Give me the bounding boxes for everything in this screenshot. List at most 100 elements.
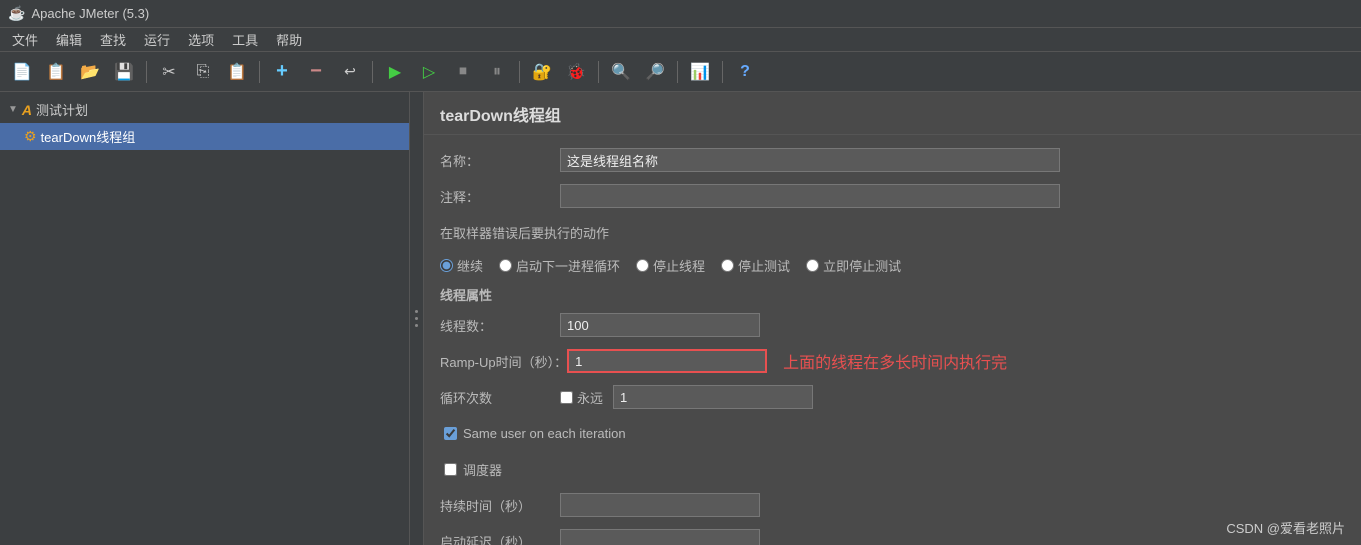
loop-count-label: 循环次数 xyxy=(440,388,560,407)
title-bar: ☕ Apache JMeter (5.3) xyxy=(0,0,1361,28)
help-button[interactable]: ? xyxy=(729,57,761,87)
name-label: 名称： xyxy=(440,151,560,170)
comment-row: 注释： xyxy=(440,183,1345,209)
name-row: 名称： xyxy=(440,147,1345,173)
menu-help[interactable]: 帮助 xyxy=(268,28,310,51)
templates-button[interactable]: 📋 xyxy=(40,57,72,87)
loop-count-input[interactable] xyxy=(613,385,813,409)
duration-input[interactable] xyxy=(560,493,760,517)
menu-edit[interactable]: 编辑 xyxy=(48,28,90,51)
same-user-text: Same user on each iteration xyxy=(463,426,626,441)
thread-count-input[interactable] xyxy=(560,313,760,337)
dot3 xyxy=(415,324,418,327)
app-title: Apache JMeter (5.3) xyxy=(31,6,149,21)
function-helper-button[interactable]: 🐞 xyxy=(560,57,592,87)
same-user-row: Same user on each iteration xyxy=(440,420,1345,446)
log-viewer-button[interactable]: 📊 xyxy=(684,57,716,87)
loop-row: 永远 xyxy=(560,385,813,409)
sidebar: ▼ A 测试计划 ⚙ tearDown线程组 xyxy=(0,92,410,545)
ramp-up-annotation: 上面的线程在多长时间内执行完 xyxy=(783,349,1007,373)
copy-button[interactable]: ⎘ xyxy=(187,57,219,87)
teardown-label: tearDown线程组 xyxy=(41,127,136,146)
forever-label[interactable]: 永远 xyxy=(560,388,603,407)
startup-delay-label: 启动延迟（秒） xyxy=(440,532,560,545)
paste-button[interactable]: 📋 xyxy=(221,57,253,87)
open-button[interactable]: 📂 xyxy=(74,57,106,87)
search-button[interactable]: 🔎 xyxy=(639,57,671,87)
radio-continue[interactable] xyxy=(440,259,453,272)
sep3 xyxy=(372,61,373,83)
loop-count-row: 循环次数 永远 xyxy=(440,384,1345,410)
remove-button[interactable]: − xyxy=(300,57,332,87)
sampler-error-options: 继续 启动下一进程循环 停止线程 停止测试 xyxy=(440,256,901,275)
ramp-up-row: Ramp-Up时间（秒）： 上面的线程在多长时间内执行完 xyxy=(440,348,1345,374)
stop-thread-label: 停止线程 xyxy=(653,256,705,275)
same-user-label[interactable]: Same user on each iteration xyxy=(444,426,626,441)
thread-count-label: 线程数： xyxy=(440,316,560,335)
sidebar-item-test-plan[interactable]: ▼ A 测试计划 xyxy=(0,96,409,123)
forever-checkbox[interactable] xyxy=(560,391,573,404)
main-layout: ▼ A 测试计划 ⚙ tearDown线程组 tearDown线程组 名称： 注… xyxy=(0,92,1361,545)
radio-stop-test[interactable] xyxy=(721,259,734,272)
option-stop-test-now[interactable]: 立即停止测试 xyxy=(806,256,901,275)
toolbar: 📄 📋 📂 💾 ✂ ⎘ 📋 + − ↩ ▶ ▷ ⏹ ⏸ 🔐 🐞 🔍 🔎 📊 ? xyxy=(0,52,1361,92)
forever-text: 永远 xyxy=(577,388,603,407)
menu-run[interactable]: 运行 xyxy=(136,28,178,51)
startup-delay-input[interactable] xyxy=(560,529,760,545)
sep2 xyxy=(259,61,260,83)
continue-label: 继续 xyxy=(457,256,483,275)
scheduler-text: 调度器 xyxy=(463,460,502,479)
radio-stop-test-now[interactable] xyxy=(806,259,819,272)
stop-button[interactable]: ⏹ xyxy=(447,57,479,87)
cut-button[interactable]: ✂ xyxy=(153,57,185,87)
ramp-up-input[interactable] xyxy=(567,349,767,373)
start-no-pauses-button[interactable]: ▷ xyxy=(413,57,445,87)
thread-props-title: 线程属性 xyxy=(440,285,1345,304)
radio-start-next[interactable] xyxy=(499,259,512,272)
sep6 xyxy=(677,61,678,83)
thread-count-row: 线程数： xyxy=(440,312,1345,338)
option-stop-test[interactable]: 停止测试 xyxy=(721,256,790,275)
stop-test-label: 停止测试 xyxy=(738,256,790,275)
option-continue[interactable]: 继续 xyxy=(440,256,483,275)
app-icon: ☕ xyxy=(8,5,25,22)
duration-row: 持续时间（秒） xyxy=(440,492,1345,518)
test-plan-icon: A xyxy=(22,102,32,118)
content-area: tearDown线程组 名称： 注释： 在取样器错误后要执行的动作 继续 xyxy=(424,92,1361,545)
add-button[interactable]: + xyxy=(266,57,298,87)
same-user-checkbox[interactable] xyxy=(444,427,457,440)
sidebar-item-teardown[interactable]: ⚙ tearDown线程组 xyxy=(0,123,409,150)
ssl-manager-button[interactable]: 🔐 xyxy=(526,57,558,87)
start-button[interactable]: ▶ xyxy=(379,57,411,87)
debug-button[interactable]: 🔍 xyxy=(605,57,637,87)
new-button[interactable]: 📄 xyxy=(6,57,38,87)
shutdown-button[interactable]: ⏸ xyxy=(481,57,513,87)
clear-button[interactable]: ↩ xyxy=(334,57,366,87)
menu-find[interactable]: 查找 xyxy=(92,28,134,51)
comment-input[interactable] xyxy=(560,184,1060,208)
menu-options[interactable]: 选项 xyxy=(180,28,222,51)
ramp-up-label: Ramp-Up时间（秒）： xyxy=(440,352,567,371)
radio-stop-thread[interactable] xyxy=(636,259,649,272)
save-button[interactable]: 💾 xyxy=(108,57,140,87)
content-title: tearDown线程组 xyxy=(424,92,1361,135)
scheduler-label[interactable]: 调度器 xyxy=(444,460,502,479)
sampler-error-label: 在取样器错误后要执行的动作 xyxy=(440,223,609,242)
option-stop-thread[interactable]: 停止线程 xyxy=(636,256,705,275)
sep7 xyxy=(722,61,723,83)
test-plan-label: 测试计划 xyxy=(36,100,88,119)
dot1 xyxy=(415,310,418,313)
sidebar-resize-handle[interactable] xyxy=(410,92,424,545)
name-input[interactable] xyxy=(560,148,1060,172)
watermark: CSDN @爱看老照片 xyxy=(1226,518,1345,537)
start-next-label: 启动下一进程循环 xyxy=(516,256,620,275)
sep4 xyxy=(519,61,520,83)
teardown-icon: ⚙ xyxy=(24,128,37,145)
form-area: 名称： 注释： 在取样器错误后要执行的动作 继续 启动下一进程循 xyxy=(424,135,1361,545)
stop-test-now-label: 立即停止测试 xyxy=(823,256,901,275)
option-start-next[interactable]: 启动下一进程循环 xyxy=(499,256,620,275)
menu-file[interactable]: 文件 xyxy=(4,28,46,51)
menu-tools[interactable]: 工具 xyxy=(224,28,266,51)
scheduler-checkbox[interactable] xyxy=(444,463,457,476)
duration-label: 持续时间（秒） xyxy=(440,496,560,515)
